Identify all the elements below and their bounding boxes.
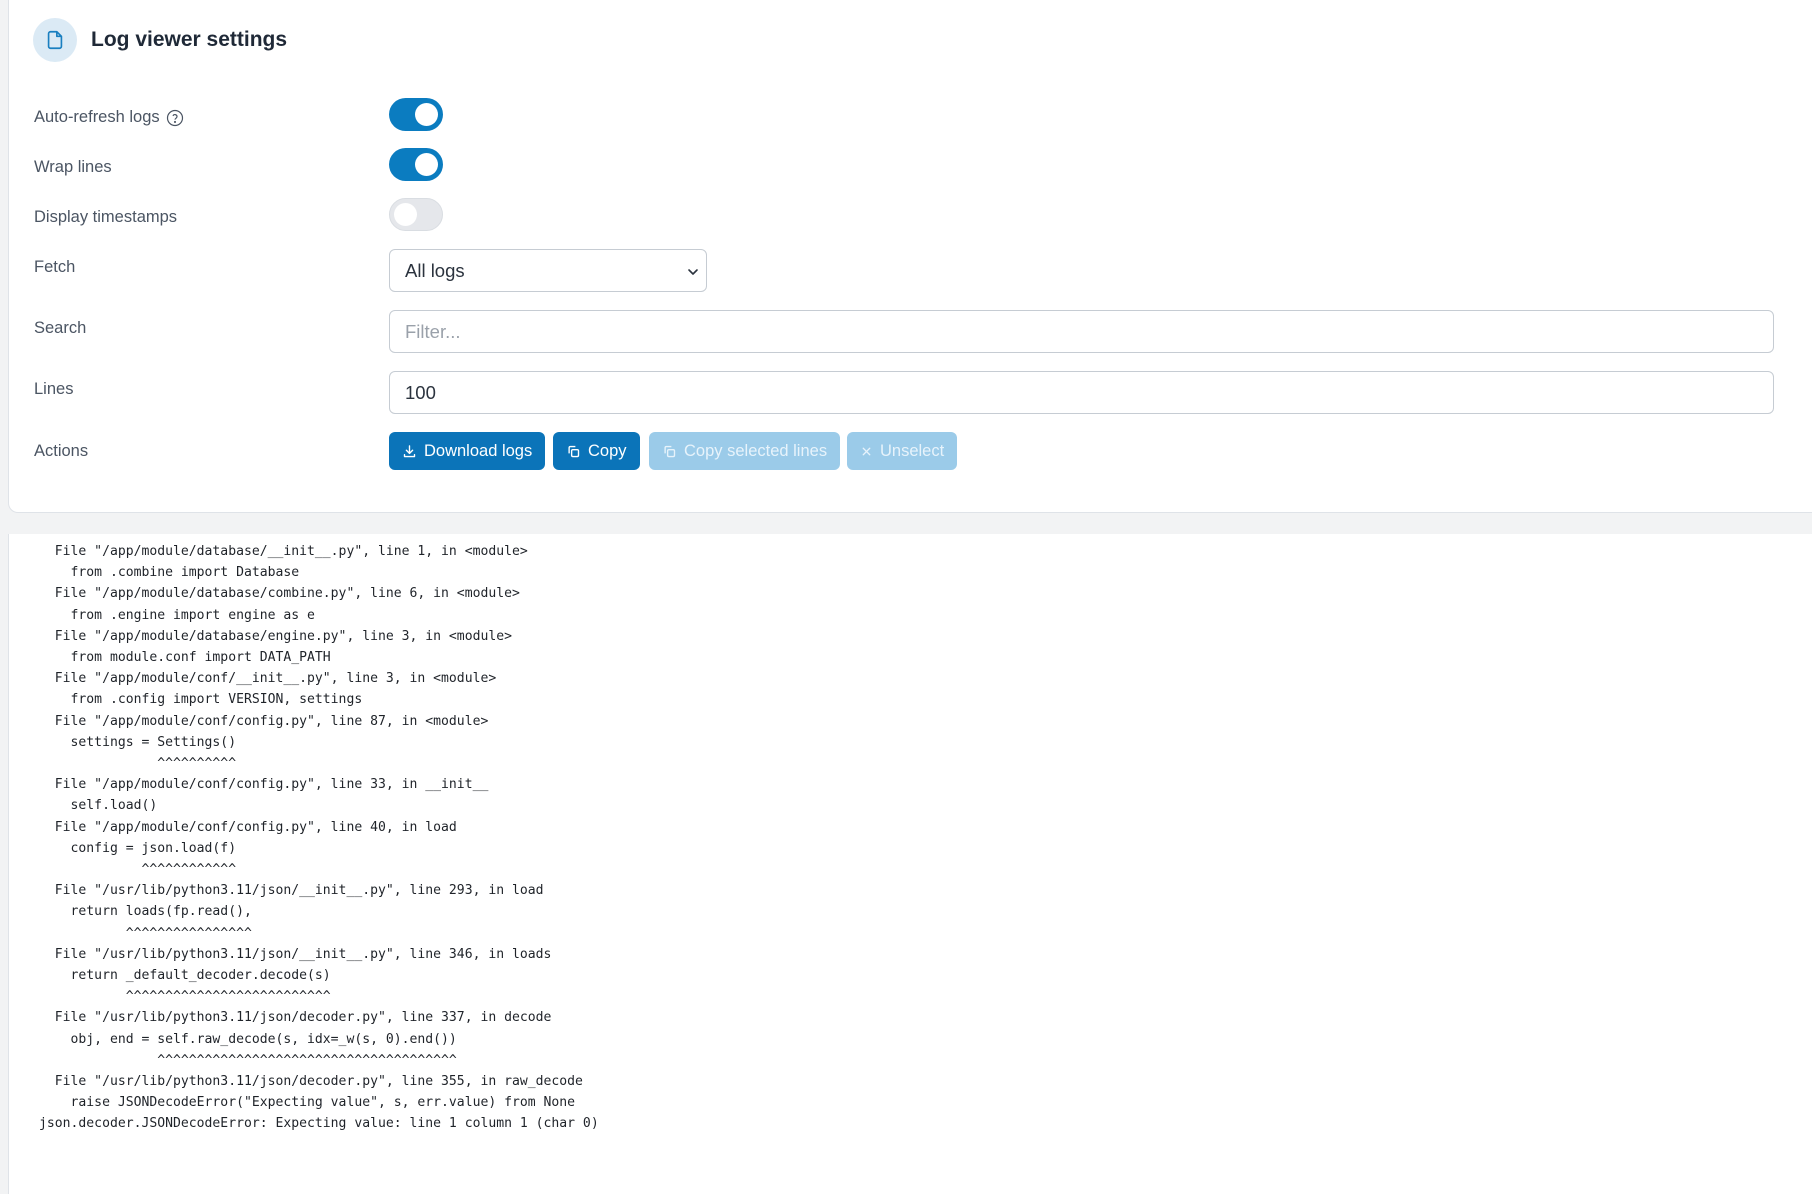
log-line[interactable]: config = json.load(f) bbox=[39, 838, 599, 859]
log-line[interactable]: ^^^^^^^^^^^^^^^^^^^^^^^^^^^^^^^^^^^^^^ bbox=[39, 1050, 599, 1071]
file-icon bbox=[33, 18, 77, 62]
actions-label: Actions bbox=[34, 442, 89, 460]
log-line[interactable]: from .engine import engine as e bbox=[39, 605, 599, 626]
log-line[interactable]: File "/app/module/database/combine.py", … bbox=[39, 583, 599, 604]
help-icon[interactable] bbox=[166, 109, 184, 127]
copy-icon bbox=[566, 444, 581, 459]
wrap-lines-toggle[interactable] bbox=[389, 148, 443, 181]
copy-icon bbox=[662, 444, 677, 459]
log-line[interactable]: json.decoder.JSONDecodeError: Expecting … bbox=[39, 1113, 599, 1134]
log-line[interactable]: ^^^^^^^^^^^^^^^^^^^^^^^^^^ bbox=[39, 986, 599, 1007]
unselect-label: Unselect bbox=[880, 441, 945, 460]
log-line[interactable]: File "/app/module/database/engine.py", l… bbox=[39, 626, 599, 647]
log-line[interactable]: File "/usr/lib/python3.11/json/decoder.p… bbox=[39, 1071, 599, 1092]
copy-button[interactable]: Copy bbox=[553, 432, 640, 470]
display-timestamps-label: Display timestamps bbox=[34, 208, 178, 226]
log-line[interactable]: return loads(fp.read(), bbox=[39, 901, 599, 922]
search-input[interactable] bbox=[389, 310, 1774, 353]
copy-selected-lines-button[interactable]: Copy selected lines bbox=[649, 432, 841, 470]
fetch-select[interactable]: All logs bbox=[389, 249, 707, 292]
search-label: Search bbox=[34, 319, 87, 337]
unselect-button[interactable]: Unselect bbox=[847, 432, 958, 470]
download-logs-label: Download logs bbox=[424, 441, 533, 460]
lines-input[interactable] bbox=[389, 371, 1774, 414]
download-icon bbox=[402, 444, 417, 459]
page-title: Log viewer settings bbox=[91, 28, 288, 51]
log-line[interactable]: File "/usr/lib/python3.11/json/__init__.… bbox=[39, 944, 599, 965]
fetch-label: Fetch bbox=[34, 258, 76, 276]
lines-label: Lines bbox=[34, 380, 74, 398]
log-line[interactable]: File "/usr/lib/python3.11/json/decoder.p… bbox=[39, 1007, 599, 1028]
log-line[interactable]: File "/app/module/conf/config.py", line … bbox=[39, 774, 599, 795]
log-line[interactable]: File "/app/module/database/__init__.py",… bbox=[39, 541, 599, 562]
display-timestamps-toggle[interactable] bbox=[389, 198, 443, 231]
fetch-selected-value: All logs bbox=[405, 259, 465, 281]
settings-card: Log viewer settings Auto-refresh logs Wr… bbox=[8, 0, 1812, 513]
close-icon bbox=[860, 445, 873, 458]
log-output-panel: File "/app/module/database/__init__.py",… bbox=[8, 534, 1812, 1194]
copy-label: Copy bbox=[588, 441, 627, 460]
log-line[interactable]: from .config import VERSION, settings bbox=[39, 689, 599, 710]
auto-refresh-toggle[interactable] bbox=[389, 98, 443, 131]
auto-refresh-label: Auto-refresh logs bbox=[34, 108, 160, 126]
chevron-down-icon bbox=[685, 263, 701, 285]
wrap-lines-label: Wrap lines bbox=[34, 158, 112, 176]
log-line[interactable]: from .combine import Database bbox=[39, 562, 599, 583]
log-line[interactable]: settings = Settings() bbox=[39, 732, 599, 753]
log-line[interactable]: File "/app/module/conf/config.py", line … bbox=[39, 817, 599, 838]
log-line[interactable]: ^^^^^^^^^^^^^^^^ bbox=[39, 923, 599, 944]
header: Log viewer settings bbox=[33, 18, 287, 62]
log-line[interactable]: File "/usr/lib/python3.11/json/__init__.… bbox=[39, 880, 599, 901]
log-line[interactable]: File "/app/module/conf/__init__.py", lin… bbox=[39, 668, 599, 689]
log-line[interactable]: ^^^^^^^^^^ bbox=[39, 753, 599, 774]
log-line[interactable]: File "/app/module/conf/config.py", line … bbox=[39, 711, 599, 732]
download-logs-button[interactable]: Download logs bbox=[389, 432, 546, 470]
log-line[interactable]: raise JSONDecodeError("Expecting value",… bbox=[39, 1092, 599, 1113]
log-line[interactable]: self.load() bbox=[39, 795, 599, 816]
log-line[interactable]: from module.conf import DATA_PATH bbox=[39, 647, 599, 668]
auto-refresh-label-row: Auto-refresh logs bbox=[34, 108, 184, 127]
log-line[interactable]: return _default_decoder.decode(s) bbox=[39, 965, 599, 986]
log-line[interactable]: obj, end = self.raw_decode(s, idx=_w(s, … bbox=[39, 1029, 599, 1050]
copy-selected-lines-label: Copy selected lines bbox=[684, 441, 828, 460]
log-output: File "/app/module/database/__init__.py",… bbox=[39, 541, 599, 1135]
log-line[interactable]: ^^^^^^^^^^^^ bbox=[39, 859, 599, 880]
